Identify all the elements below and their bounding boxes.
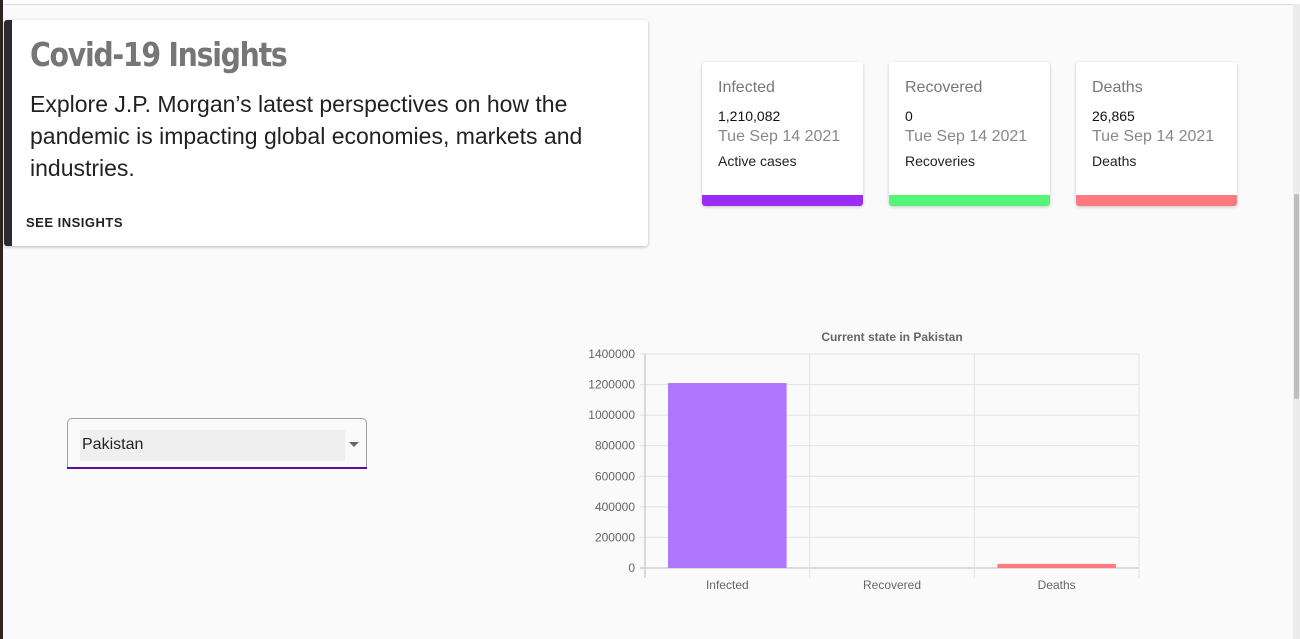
recovered-caption: Recoveries — [905, 153, 976, 169]
country-select-value: Pakistan — [82, 436, 144, 453]
recovered-value: 0 — [905, 108, 913, 124]
bar-infected — [668, 383, 787, 568]
y-tick-label: 400000 — [595, 500, 635, 514]
infected-caption: Active cases — [718, 153, 797, 169]
scrollbar-thumb[interactable] — [1294, 194, 1299, 399]
y-tick-label: 800000 — [595, 439, 635, 453]
left-edge — [0, 0, 3, 639]
deaths-date: Tue Sep 14 2021 — [1092, 128, 1215, 145]
x-tick-label: Deaths — [1038, 578, 1076, 592]
country-select[interactable]: Pakistan — [67, 418, 367, 469]
recovered-label: Recovered — [905, 79, 983, 96]
y-tick-label: 600000 — [595, 469, 635, 483]
insights-description: Explore J.P. Morgan’s latest perspective… — [30, 91, 583, 181]
top-rule — [0, 0, 1300, 5]
y-tick-label: 1400000 — [588, 347, 635, 361]
infected-date: Tue Sep 14 2021 — [718, 128, 841, 145]
dropdown-arrow-icon[interactable] — [349, 442, 359, 447]
infected-card: Infected 1,210,082 Tue Sep 14 2021 Activ… — [702, 62, 863, 206]
deaths-value: 26,865 — [1092, 108, 1135, 124]
infected-label: Infected — [718, 79, 775, 96]
chart-title: Current state in Pakistan — [821, 330, 962, 344]
see-insights-link[interactable]: SEE INSIGHTS — [26, 215, 123, 230]
deaths-card: Deaths 26,865 Tue Sep 14 2021 Deaths — [1076, 62, 1237, 206]
y-tick-label: 0 — [628, 561, 635, 575]
insights-card: Covid-19 Insights Explore J.P. Morgan’s … — [4, 20, 648, 246]
y-tick-label: 1200000 — [588, 378, 635, 392]
recovered-date: Tue Sep 14 2021 — [905, 128, 1028, 145]
bar-deaths — [997, 563, 1116, 568]
y-tick-label: 1000000 — [588, 408, 635, 422]
recovered-card: Recovered 0 Tue Sep 14 2021 Recoveries — [889, 62, 1050, 206]
deaths-color-bar — [1076, 195, 1237, 206]
infected-value: 1,210,082 — [718, 108, 781, 124]
scrollbar[interactable] — [1293, 4, 1300, 639]
x-tick-label: Recovered — [863, 578, 921, 592]
infected-color-bar — [702, 195, 863, 206]
deaths-label: Deaths — [1092, 79, 1143, 96]
select-underline — [67, 467, 367, 469]
recovered-color-bar — [889, 195, 1050, 206]
x-tick-label: Infected — [706, 578, 749, 592]
bar-chart: Current state in Pakistan 0 200000 400000 60… — [588, 330, 1140, 592]
y-tick-label: 200000 — [595, 530, 635, 544]
deaths-caption: Deaths — [1092, 153, 1137, 169]
insights-title: Covid-19 Insights — [30, 35, 288, 74]
